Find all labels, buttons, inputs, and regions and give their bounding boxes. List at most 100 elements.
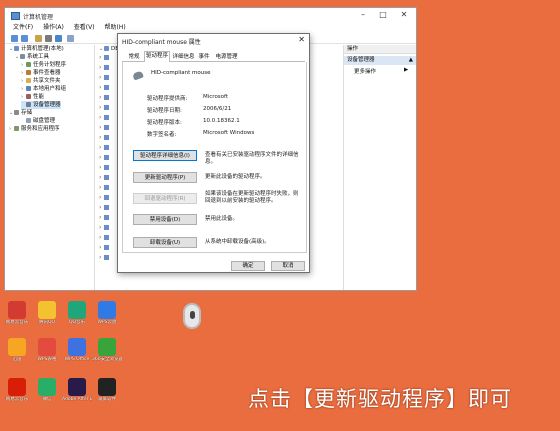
desktop-icon[interactable]: 网易云音乐	[2, 301, 32, 333]
device-category-row[interactable]: ›	[99, 55, 109, 61]
menu-view[interactable]: 查看(V)	[74, 24, 95, 31]
tree-item-performance[interactable]: › 性能	[21, 93, 44, 101]
app-icon	[8, 301, 26, 319]
menu-action[interactable]: 操作(A)	[43, 24, 64, 31]
help-icon[interactable]	[55, 35, 62, 42]
folder-icon[interactable]	[35, 35, 42, 42]
device-icon	[104, 95, 109, 100]
desktop-icon[interactable]: 360安全浏览器	[92, 338, 122, 370]
device-category-row[interactable]: ›	[99, 255, 109, 261]
device-category-row[interactable]: ›	[99, 245, 109, 251]
device-category-row[interactable]: ›	[99, 205, 109, 211]
device-icon	[104, 155, 109, 160]
close-button[interactable]: ✕	[396, 10, 412, 20]
device-icon	[104, 85, 109, 90]
app-icon	[8, 338, 26, 356]
tab-events[interactable]: 事件	[196, 52, 212, 61]
window-title: 计算机管理	[23, 14, 54, 21]
device-icon	[104, 145, 109, 150]
uninstall-device-button[interactable]: 卸载设备(U)	[133, 237, 197, 248]
device-category-row[interactable]: ›	[99, 75, 109, 81]
device-category-row[interactable]: ›	[99, 165, 109, 171]
properties-icon[interactable]	[45, 35, 52, 42]
performance-icon	[26, 94, 31, 99]
maximize-button[interactable]: □	[375, 10, 391, 20]
actions-group-device-manager[interactable]: 设备管理器 ▲	[344, 56, 416, 65]
minimize-button[interactable]: –	[355, 10, 371, 20]
tree-item-device-manager[interactable]: 设备管理器	[21, 101, 61, 109]
device-category-row[interactable]: ›	[99, 65, 109, 71]
tab-power-management[interactable]: 电源管理	[213, 52, 240, 61]
desktop-icon[interactable]: 腾讯QQ	[32, 301, 62, 333]
device-icon	[104, 135, 109, 140]
ok-button[interactable]: 确定	[231, 261, 265, 271]
device-icon	[104, 225, 109, 230]
event-icon	[26, 70, 31, 75]
tab-details[interactable]: 详细信息	[171, 52, 196, 61]
menu-help[interactable]: 帮助(H)	[105, 24, 126, 31]
update-driver-button[interactable]: 更新驱动程序(P)	[133, 172, 197, 183]
desktop-icon[interactable]: Adobe After Effects 2020	[62, 378, 92, 410]
tree-item-system-tools[interactable]: ⌄ 系统工具	[15, 53, 49, 61]
roll-back-driver-button[interactable]: 回退驱动程序(R)	[133, 193, 197, 204]
dialog-tabs: 常规 驱动程序 详细信息 事件 电源管理	[122, 51, 305, 62]
device-category-row[interactable]: ›	[99, 185, 109, 191]
tree-item-local-users[interactable]: › 本地用户和组	[21, 85, 66, 93]
disable-device-button[interactable]: 禁用设备(D)	[133, 214, 197, 225]
disable-device-desc: 禁用此设备。	[205, 216, 239, 222]
tree-item-services-apps[interactable]: › 服务和应用程序	[9, 125, 60, 133]
desktop-icon[interactable]: 录屏软件	[92, 378, 122, 410]
view-icon[interactable]	[67, 35, 74, 42]
desktop-icon[interactable]: QQ音乐	[62, 301, 92, 333]
menu-file[interactable]: 文件(F)	[13, 24, 33, 31]
app-icon	[68, 338, 86, 356]
device-category-row[interactable]: ›	[99, 215, 109, 221]
device-category-row[interactable]: ›	[99, 175, 109, 181]
tab-driver[interactable]: 驱动程序	[144, 51, 170, 62]
tree-item-storage[interactable]: ⌄ 存储	[9, 109, 32, 117]
device-category-row[interactable]: ›	[99, 85, 109, 91]
desktop-icon[interactable]: WPS表格	[32, 338, 62, 370]
disk-icon	[26, 118, 31, 123]
forward-icon[interactable]	[21, 35, 28, 42]
device-category-row[interactable]: ›	[99, 235, 109, 241]
computer-icon	[14, 46, 19, 51]
mouse-graphic-icon	[183, 303, 201, 329]
desktop-icon[interactable]: 微信	[32, 378, 62, 410]
device-icon	[104, 245, 109, 250]
device-category-row[interactable]: ›	[99, 155, 109, 161]
device-category-row[interactable]: ›	[99, 115, 109, 121]
device-category-row[interactable]: ›	[99, 225, 109, 231]
back-icon[interactable]	[11, 35, 18, 42]
app-icon	[98, 378, 116, 396]
desktop-icon[interactable]: WPS云盘	[92, 301, 122, 333]
device-category-row[interactable]: ›	[99, 105, 109, 111]
device-category-row[interactable]: ›	[99, 95, 109, 101]
tree-item-root[interactable]: ⌄ 计算机管理(本地)	[9, 45, 64, 53]
properties-dialog: HID-compliant mouse 属性 ✕ 常规 驱动程序 详细信息 事件…	[117, 33, 310, 273]
tree-item-task-scheduler[interactable]: › 任务计划程序	[21, 61, 66, 69]
device-category-row[interactable]: ›	[99, 125, 109, 131]
device-category-row[interactable]: ›	[99, 145, 109, 151]
tab-general[interactable]: 常规	[124, 52, 144, 61]
window-titlebar[interactable]: 计算机管理 – □ ✕	[5, 8, 416, 22]
users-icon	[26, 86, 31, 91]
cancel-button[interactable]: 取消	[271, 261, 305, 271]
desktop-icon[interactable]: 迅雷	[2, 338, 32, 370]
collapse-arrow-icon: ▲	[408, 57, 413, 63]
tree-item-shared-folders[interactable]: › 共享文件夹	[21, 77, 61, 85]
tree-item-disk-management[interactable]: 磁盘管理	[21, 117, 55, 125]
device-category-row[interactable]: ›	[99, 135, 109, 141]
desktop-icon[interactable]: 网易云音乐	[2, 378, 32, 410]
storage-icon	[14, 110, 19, 115]
device-icon	[104, 125, 109, 130]
more-actions-link[interactable]: 更多操作 ▶	[354, 67, 408, 75]
device-category-row[interactable]: ›	[99, 195, 109, 201]
device-icon	[104, 75, 109, 80]
dialog-close-button[interactable]: ✕	[298, 35, 305, 44]
tree-item-event-viewer[interactable]: › 事件查看器	[21, 69, 61, 77]
device-root-label[interactable]: ⌄ DE	[99, 45, 119, 53]
prop-label-signer: 数字签名者:	[147, 132, 177, 138]
driver-details-button[interactable]: 驱动程序详细信息(I)	[133, 150, 197, 161]
desktop-icon[interactable]: WPS Office	[62, 338, 92, 370]
